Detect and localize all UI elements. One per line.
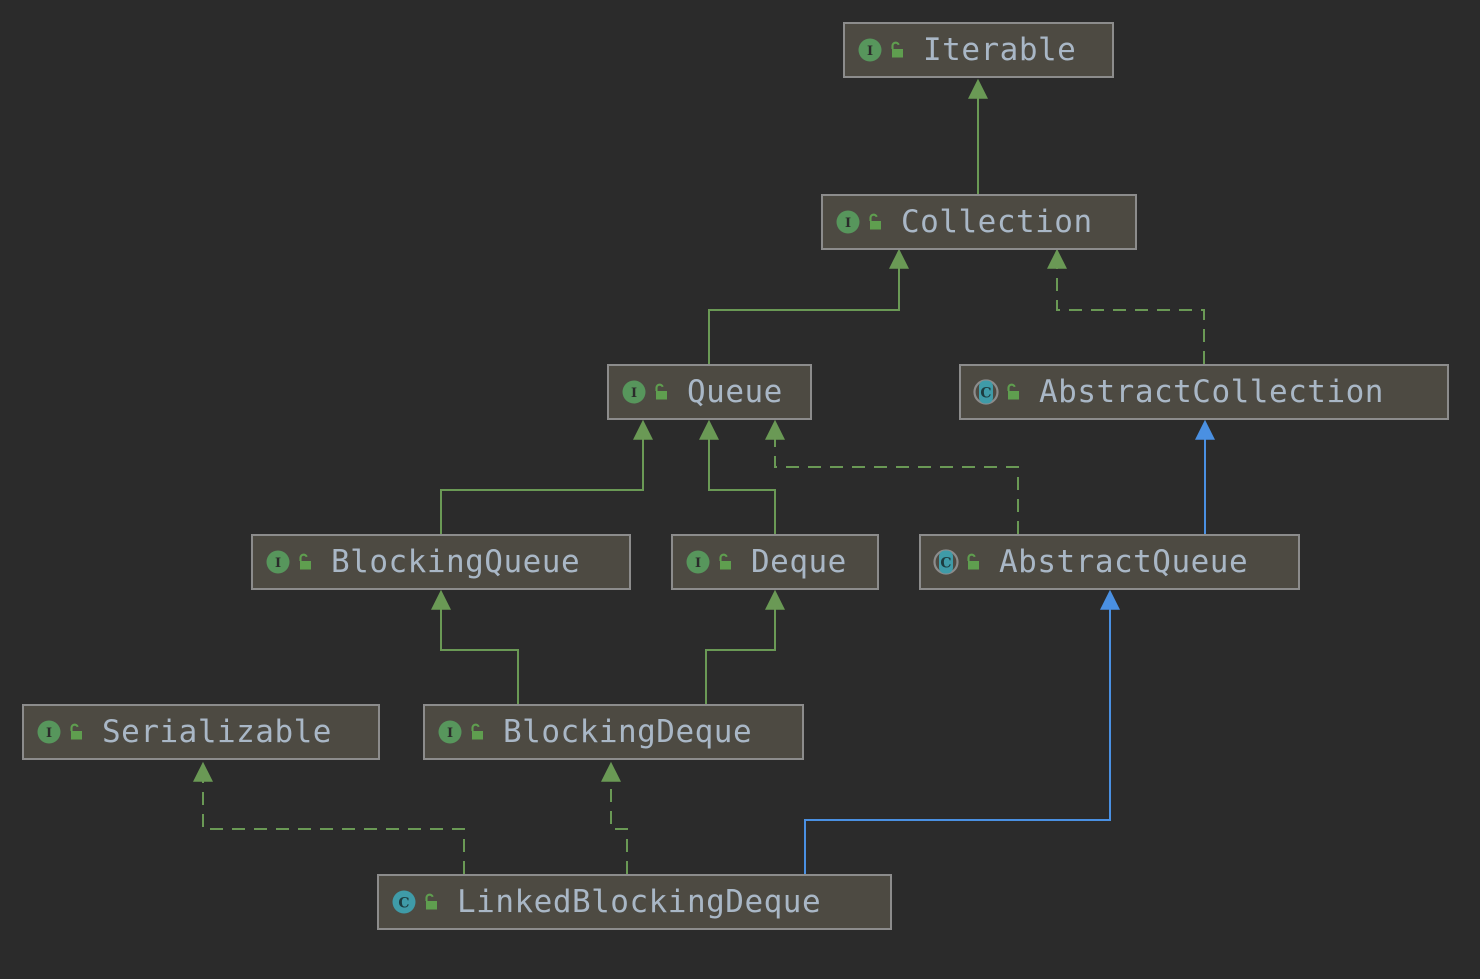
class-node-label: AbstractCollection (1039, 373, 1384, 410)
class-icon: C (933, 549, 959, 575)
svg-text:C: C (398, 896, 409, 912)
edge-blockingdeque-to-blockingqueue (431, 589, 519, 704)
class-node-label: BlockingDeque (503, 713, 753, 750)
edge-linkedblockingdeque-to-blockingdeque (601, 761, 628, 874)
svg-text:I: I (275, 556, 281, 571)
public-unlocked-icon (959, 552, 982, 572)
interface-icon: I (835, 209, 861, 235)
class-node-serializable[interactable]: I Serializable (22, 704, 380, 760)
svg-text:C: C (980, 386, 991, 402)
svg-text:I: I (867, 44, 873, 59)
class-node-collection[interactable]: I Collection (821, 194, 1137, 250)
class-icon: C (973, 379, 999, 405)
class-node-label: Collection (901, 203, 1093, 240)
public-unlocked-icon (999, 382, 1022, 402)
class-node-label: Iterable (923, 31, 1077, 68)
class-node-abstractqueue[interactable]: C AbstractQueue (919, 534, 1300, 590)
node-icon-group: C (933, 549, 982, 575)
public-unlocked-icon (62, 722, 85, 742)
interface-icon: I (685, 549, 711, 575)
public-unlocked-icon (463, 722, 486, 742)
public-unlocked-icon (883, 40, 906, 60)
class-node-label: AbstractQueue (999, 543, 1249, 580)
node-icon-group: I (857, 37, 906, 63)
public-unlocked-icon (291, 552, 314, 572)
class-node-queue[interactable]: I Queue (607, 364, 812, 420)
public-unlocked-icon (417, 892, 440, 912)
svg-text:I: I (695, 556, 701, 571)
class-node-abstractcollection[interactable]: C AbstractCollection (959, 364, 1449, 420)
svg-text:I: I (631, 386, 637, 401)
public-unlocked-icon (711, 552, 734, 572)
class-node-deque[interactable]: I Deque (671, 534, 879, 590)
class-icon: C (391, 889, 417, 915)
public-unlocked-icon (647, 382, 670, 402)
interface-icon: I (857, 37, 883, 63)
svg-text:I: I (845, 216, 851, 231)
edge-queue-to-collection (708, 248, 909, 364)
edge-abstractqueue-to-queue (765, 419, 1019, 534)
edge-linkedblockingdeque-to-serializable (193, 761, 465, 874)
public-unlocked-icon (861, 212, 884, 232)
svg-text:I: I (46, 726, 52, 741)
node-icon-group: I (265, 549, 314, 575)
node-icon-group: C (973, 379, 1022, 405)
diagram-edges-layer (193, 78, 1215, 874)
class-node-label: LinkedBlockingDeque (457, 883, 822, 920)
node-icon-group: C (391, 889, 440, 915)
uml-class-diagram-canvas: I Iterable I Collection I Queue C AbstractColle… (0, 0, 1480, 979)
svg-text:C: C (940, 556, 951, 572)
node-icon-group: I (685, 549, 734, 575)
node-icon-group: I (36, 719, 85, 745)
class-node-label: BlockingQueue (331, 543, 581, 580)
edge-deque-to-queue (699, 419, 776, 534)
interface-icon: I (265, 549, 291, 575)
node-icon-group: I (835, 209, 884, 235)
node-icon-group: I (437, 719, 486, 745)
class-node-iterable[interactable]: I Iterable (843, 22, 1114, 78)
edge-linkedblockingdeque-to-abstractqueue (804, 589, 1120, 874)
edge-blockingdeque-to-deque (705, 589, 785, 704)
svg-text:I: I (447, 726, 453, 741)
class-node-label: Deque (751, 543, 847, 580)
interface-icon: I (621, 379, 647, 405)
edge-blockingqueue-to-queue (440, 419, 653, 534)
node-icon-group: I (621, 379, 670, 405)
class-node-label: Queue (687, 373, 783, 410)
class-node-blockingqueue[interactable]: I BlockingQueue (251, 534, 631, 590)
interface-icon: I (437, 719, 463, 745)
interface-icon: I (36, 719, 62, 745)
class-node-blockingdeque[interactable]: I BlockingDeque (423, 704, 804, 760)
edge-abstractcollection-to-collection (1047, 248, 1205, 364)
class-node-linkedblockingdeque[interactable]: C LinkedBlockingDeque (377, 874, 892, 930)
class-node-label: Serializable (102, 713, 332, 750)
